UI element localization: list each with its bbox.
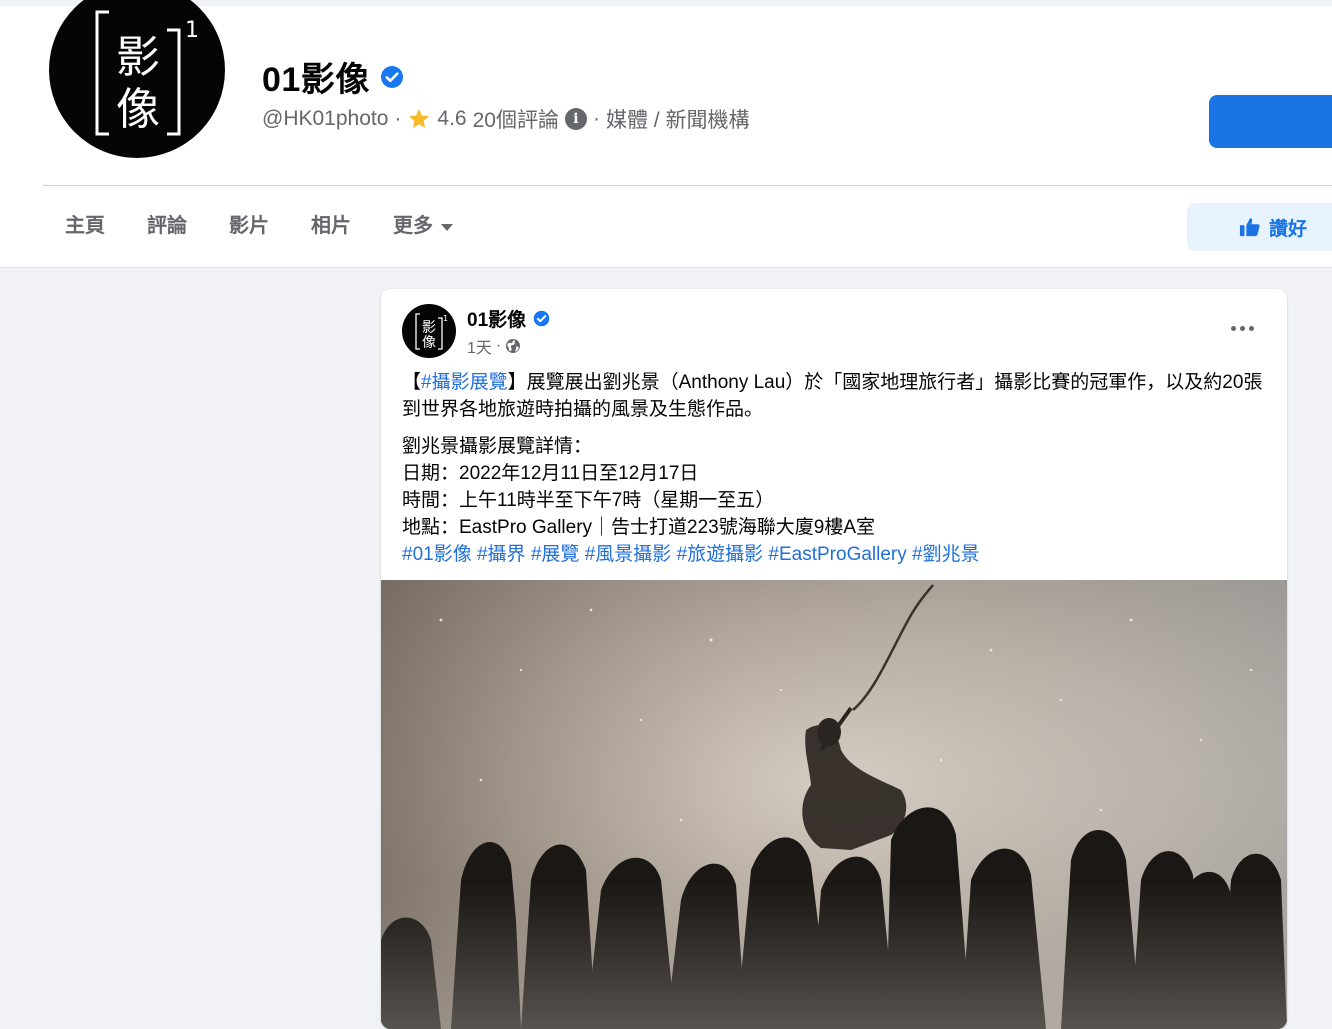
info-icon[interactable]: i — [564, 108, 587, 130]
post-detail-date: 日期：2022年12月11日至12月17日 — [402, 463, 699, 484]
post-author-name[interactable]: 01影像 — [467, 305, 526, 332]
hashtag-link[interactable]: #劉兆景 — [912, 544, 980, 565]
hashtag-link[interactable]: #攝界 — [477, 544, 526, 565]
post-photo[interactable] — [381, 580, 1287, 1029]
post-author-avatar[interactable]: 1 影 像 — [402, 304, 456, 358]
post-intro-text: 展覽展出劉兆景（Anthony Lau）於「國家地理旅行者」攝影比賽的冠軍作，以… — [402, 372, 1263, 420]
tab-label: 相片 — [311, 215, 351, 237]
tab-label: 影片 — [229, 215, 269, 237]
tab-label: 評論 — [147, 215, 187, 237]
hashtag-link[interactable]: #展覽 — [531, 544, 580, 565]
post-avatar-top: 影 — [422, 320, 436, 336]
thumbs-up-icon — [1239, 218, 1260, 237]
page-title: 01影像 — [262, 52, 404, 101]
tab-videos[interactable]: 影片 — [208, 196, 290, 256]
star-icon — [409, 109, 430, 128]
primary-action-button[interactable] — [1209, 95, 1332, 148]
globe-icon — [506, 339, 521, 353]
post-timestamp: 1天 · — [467, 334, 521, 358]
avatar-sup: 1 — [185, 18, 199, 43]
page-handle: @HK01photo — [262, 107, 389, 130]
avatar-text-bottom: 像 — [116, 84, 160, 135]
post-bracket-open: 【 — [402, 372, 422, 393]
post-bracket-close: 】 — [507, 372, 527, 393]
like-button-label: 讚好 — [1269, 218, 1308, 240]
tab-label: 主頁 — [65, 215, 105, 237]
post-hashtags: #01影像 #攝界 #展覽 #風景攝影 #旅遊攝影 #EastProGaller… — [402, 541, 1272, 568]
top-strip — [0, 0, 1332, 6]
post-detail-time: 時間：上午11時半至下午7時（星期一至五） — [402, 490, 775, 511]
meta-separator-2: · — [592, 107, 600, 130]
post-intro: 【#攝影展覽】展覽展出劉兆景（Anthony Lau）於「國家地理旅行者」攝影比… — [402, 369, 1272, 423]
page-meta: @HK01photo · 4.6 20個評論 i · 媒體 / 新聞機構 — [262, 104, 749, 134]
tab-reviews[interactable]: 評論 — [126, 196, 208, 256]
post-time-separator: · — [495, 337, 502, 354]
page-rating: 4.6 — [437, 107, 467, 130]
page-reviews[interactable]: 20個評論 — [473, 104, 559, 134]
post-text: 【#攝影展覽】展覽展出劉兆景（Anthony Lau）於「國家地理旅行者」攝影比… — [402, 369, 1272, 568]
meta-separator: · — [394, 107, 402, 130]
verified-badge-icon — [533, 310, 550, 327]
tab-photos[interactable]: 相片 — [290, 196, 372, 256]
post-card: 1 影 像 01影像 1天 · 【#攝影展覽】展覽展出劉兆景（Anthony L… — [381, 289, 1287, 1029]
tab-label: 更多 — [393, 215, 433, 237]
post-author: 01影像 — [467, 305, 550, 332]
header-divider — [43, 185, 1332, 186]
post-avatar-bottom: 像 — [422, 335, 436, 351]
page-tabs: 主頁 評論 影片 相片 更多 — [44, 196, 474, 256]
post-tag-link[interactable]: #攝影展覽 — [421, 372, 508, 393]
caret-down-icon — [441, 223, 453, 231]
profile-avatar[interactable]: 1 影 像 — [49, 0, 225, 158]
post-detail-location: 地點：EastPro Gallery｜告士打道223號海聯大廈9樓A室 — [402, 517, 875, 538]
avatar-text-top: 影 — [116, 32, 160, 83]
post-details-title: 劉兆景攝影展覽詳情： — [402, 436, 593, 457]
page-header: 1 影 像 01影像 @HK01photo · 4.6 20個評論 i · 媒體… — [0, 0, 1332, 268]
hashtag-link[interactable]: #EastProGallery — [768, 544, 906, 565]
tab-more[interactable]: 更多 — [372, 196, 474, 256]
page-category[interactable]: 媒體 / 新聞機構 — [606, 104, 750, 134]
verified-badge-icon — [380, 65, 403, 88]
hashtag-link[interactable]: #風景攝影 — [585, 544, 672, 565]
tab-home[interactable]: 主頁 — [44, 196, 126, 256]
page-name-text: 01影像 — [262, 61, 370, 99]
post-avatar-sup: 1 — [443, 314, 448, 323]
hashtag-link[interactable]: #旅遊攝影 — [677, 544, 764, 565]
more-options-icon[interactable] — [1224, 313, 1260, 343]
hashtag-link[interactable]: #01影像 — [402, 544, 472, 565]
post-time-text[interactable]: 1天 — [467, 334, 492, 358]
like-page-button[interactable]: 讚好 — [1187, 203, 1332, 251]
